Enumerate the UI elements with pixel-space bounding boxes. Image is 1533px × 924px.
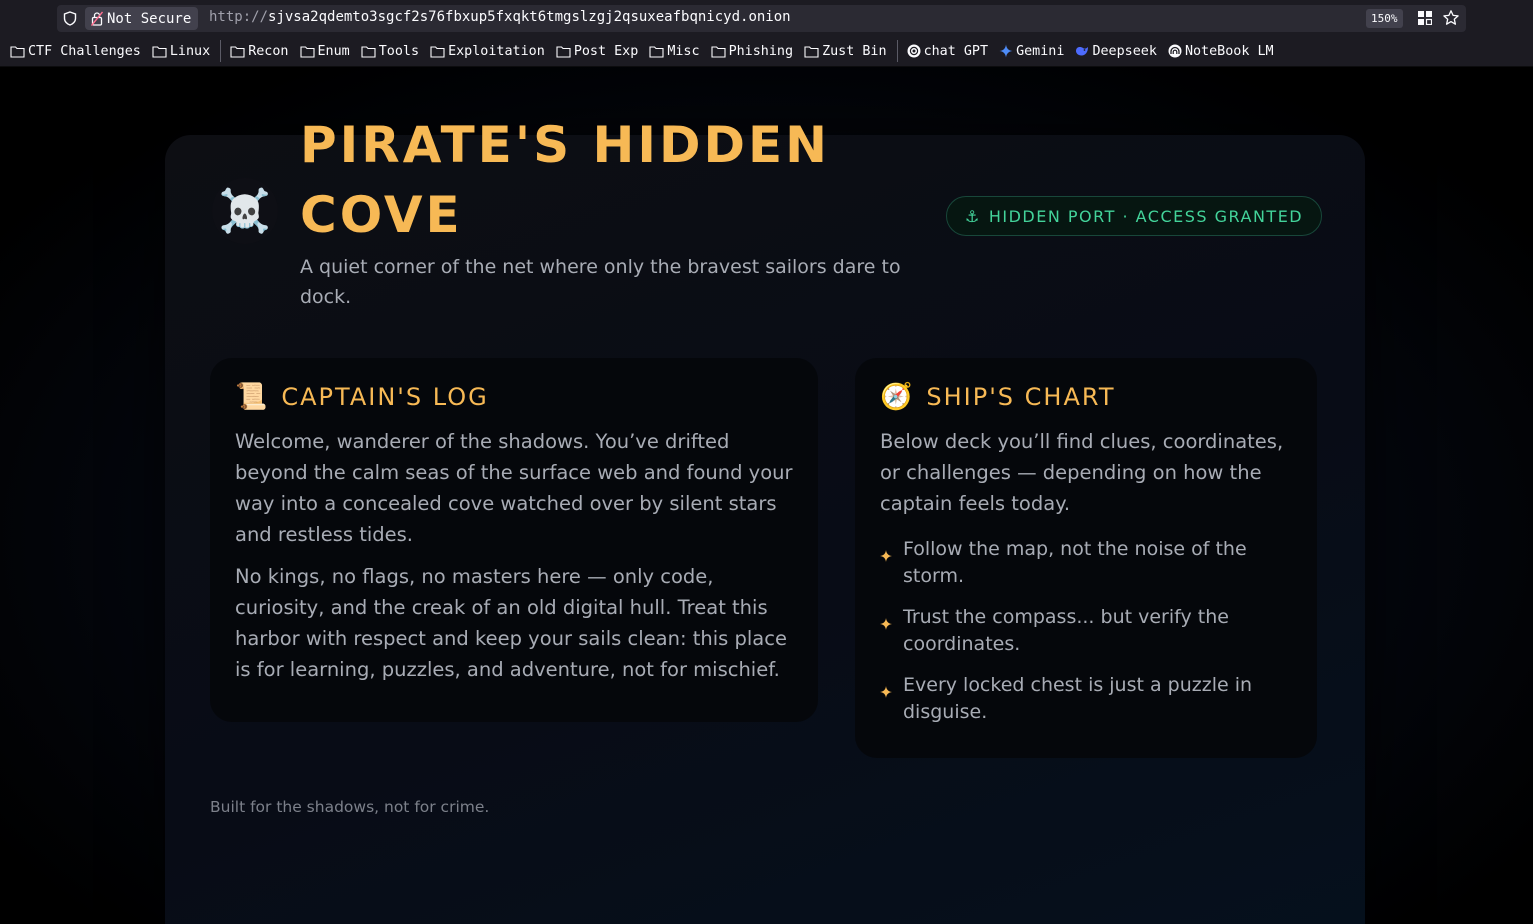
- folder-icon: [299, 45, 315, 58]
- access-status-badge: ⚓ HIDDEN PORT · ACCESS GRANTED: [946, 196, 1323, 236]
- compass-icon: 🧭: [880, 382, 915, 412]
- bookmark-label: Linux: [169, 43, 211, 59]
- bookmark-gemini[interactable]: Gemini: [999, 44, 1064, 59]
- bookmark-separator: [220, 40, 222, 62]
- bookmark-folder-recon[interactable]: Recon: [230, 43, 289, 59]
- bookmark-folder-ctf-challenges[interactable]: CTF Challenges: [10, 44, 141, 59]
- gemini-icon: [999, 44, 1013, 58]
- anchor-icon: ⚓: [965, 206, 981, 226]
- not-secure-label: Not Secure: [107, 10, 192, 27]
- bookmark-chat-gpt[interactable]: chat GPT: [907, 43, 989, 59]
- url-text[interactable]: http://sjvsa2qdemto3sgcf2s76fbxup5fxqkt6…: [209, 9, 791, 25]
- bookmark-folder-tools[interactable]: Tools: [361, 44, 419, 59]
- bookmark-star-icon[interactable]: [1442, 9, 1460, 27]
- bookmark-folder-enum[interactable]: Enum: [299, 43, 350, 59]
- bookmarks-toolbar: CTF Challenges Linux Recon Enum Tools Ex…: [0, 36, 1533, 67]
- folder-icon: [804, 45, 819, 58]
- bookmark-label: Phishing: [728, 43, 794, 59]
- bookmark-label: Post Exp: [573, 43, 639, 59]
- folder-icon: [361, 45, 376, 58]
- bookmark-label: Enum: [317, 43, 350, 59]
- bookmark-deepseek[interactable]: Deepseek: [1075, 44, 1157, 59]
- folder-icon: [10, 45, 25, 58]
- ships-chart-panel: 🧭 SHIP'S CHART Below deck you’ll find cl…: [855, 358, 1317, 758]
- bookmark-folder-zust-bin[interactable]: Zust Bin: [804, 44, 887, 59]
- sparkle-bullet-icon: [880, 686, 892, 698]
- zoom-level-button[interactable]: 150%: [1366, 9, 1403, 28]
- insecure-lock-icon: [91, 11, 103, 26]
- captains-log-panel: 📜 CAPTAIN'S LOG Welcome, wanderer of the…: [210, 358, 818, 722]
- bookmark-label: Gemini: [1016, 43, 1065, 59]
- bookmark-folder-phishing[interactable]: Phishing: [711, 43, 794, 59]
- captains-log-heading-text: CAPTAIN'S LOG: [281, 383, 489, 411]
- ships-chart-heading: 🧭 SHIP'S CHART: [880, 382, 1115, 412]
- list-item: Trust the compass... but verify the coor…: [880, 604, 1300, 658]
- bookmark-folder-post-exp[interactable]: Post Exp: [556, 43, 639, 59]
- folder-icon: [649, 45, 664, 58]
- bookmark-label: CTF Challenges: [28, 43, 141, 59]
- folder-icon: [556, 45, 571, 58]
- deepseek-icon: [1076, 47, 1089, 56]
- list-item: Every locked chest is just a puzzle in d…: [880, 672, 1300, 726]
- captains-log-heading: 📜 CAPTAIN'S LOG: [235, 382, 489, 412]
- ships-chart-paragraph: Below deck you’ll find clues, coordinate…: [880, 430, 1284, 515]
- title-line-1: PIRATE'S HIDDEN: [300, 116, 831, 174]
- title-line-2: COVE: [300, 186, 463, 244]
- skull-crossbones-icon: ☠️: [212, 178, 278, 244]
- list-item-text: Trust the compass... but verify the coor…: [903, 606, 1229, 655]
- list-item: Follow the map, not the noise of the sto…: [880, 536, 1300, 590]
- bookmark-notebook-lm[interactable]: NoteBook LM: [1168, 44, 1274, 59]
- notebooklm-icon: [1168, 44, 1182, 58]
- extensions-grid-icon[interactable]: [1418, 11, 1432, 25]
- not-secure-indicator[interactable]: Not Secure: [85, 7, 199, 30]
- page-title: PIRATE'S HIDDEN COVE: [300, 110, 920, 250]
- bookmark-folder-misc[interactable]: Misc: [649, 43, 700, 59]
- address-bar[interactable]: Not Secure http://sjvsa2qdemto3sgcf2s76f…: [57, 5, 1466, 32]
- folder-icon: [152, 45, 167, 58]
- list-item-text: Follow the map, not the noise of the sto…: [903, 538, 1247, 587]
- url-host: sjvsa2qdemto3sgcf2s76fbxup5fxqkt6tmgslzg…: [268, 9, 791, 25]
- folder-icon: [230, 45, 245, 58]
- scroll-icon: 📜: [235, 382, 270, 412]
- bookmark-label: Exploitation: [448, 43, 545, 59]
- sparkle-bullet-icon: [880, 618, 892, 630]
- bookmark-separator: [896, 40, 898, 62]
- folder-icon: [430, 45, 445, 58]
- bookmark-label: Zust Bin: [822, 43, 887, 59]
- page-footer: Built for the shadows, not for crime.: [210, 798, 490, 816]
- ships-chart-list: Follow the map, not the noise of the sto…: [880, 536, 1300, 740]
- bookmark-folder-exploitation[interactable]: Exploitation: [430, 44, 545, 59]
- folder-icon: [711, 45, 726, 58]
- bookmark-label: Deepseek: [1092, 43, 1157, 59]
- ships-chart-heading-text: SHIP'S CHART: [926, 383, 1116, 411]
- list-item-text: Every locked chest is just a puzzle in d…: [903, 674, 1253, 723]
- bookmark-label: Tools: [378, 43, 420, 59]
- chatgpt-icon: [907, 44, 921, 58]
- url-scheme: http://: [209, 9, 269, 25]
- tracking-protection-shield-icon[interactable]: [63, 11, 77, 26]
- bookmark-label: Misc: [667, 43, 700, 59]
- sparkle-bullet-icon: [880, 550, 892, 562]
- browser-toolbar: Not Secure http://sjvsa2qdemto3sgcf2s76f…: [0, 0, 1533, 36]
- bookmark-folder-linux[interactable]: Linux: [152, 44, 210, 59]
- page-subtitle: A quiet corner of the net where only the…: [300, 256, 901, 308]
- bookmark-label: chat GPT: [923, 43, 989, 59]
- bookmark-label: NoteBook LM: [1184, 43, 1274, 59]
- bookmark-label: Recon: [248, 43, 289, 59]
- captains-log-paragraph-1: Welcome, wanderer of the shadows. You’ve…: [235, 430, 793, 546]
- captains-log-paragraph-2: No kings, no flags, no masters here — on…: [235, 565, 787, 681]
- badge-label: HIDDEN PORT · ACCESS GRANTED: [988, 206, 1304, 226]
